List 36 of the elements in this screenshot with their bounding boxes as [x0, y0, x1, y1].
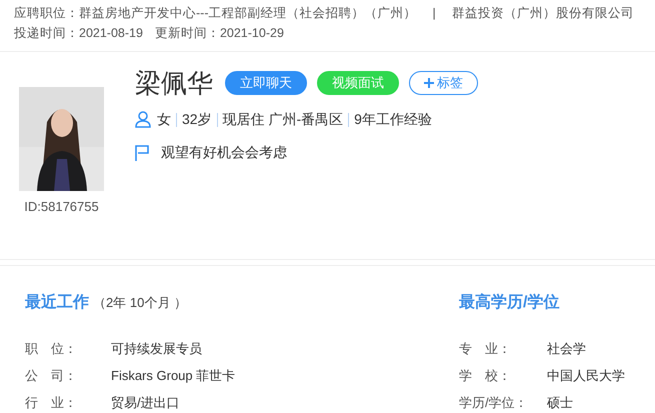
applied-label: 投递时间： [14, 25, 79, 42]
candidate-id: ID:58176755 [24, 198, 99, 216]
field-label: 公 司： [25, 367, 78, 385]
applied-date: 2021-08-19 [79, 25, 143, 42]
plus-icon [424, 78, 434, 88]
field-label: 职 位： [25, 340, 78, 358]
position-label: 应聘职位： [14, 5, 79, 22]
field-value: 可持续发展专员 [111, 340, 202, 358]
field-value: 硕士 [547, 394, 573, 412]
action-button[interactable]: 立即聊天 [225, 71, 307, 95]
add-tag-button[interactable]: 标签 [409, 71, 478, 95]
field-label: 学 校： [459, 367, 512, 385]
profile-fact: 9年工作经验 [354, 110, 432, 129]
job-status: 观望有好机会会考虑 [161, 143, 287, 162]
field-label: 学历/学位： [459, 394, 529, 412]
field-value: 中国人民大学 [547, 367, 625, 385]
section-title: 最高学历/学位 [459, 294, 560, 311]
updated-date: 2021-10-29 [220, 25, 284, 42]
field-value: Fiskars Group 菲世卡 [111, 367, 236, 385]
position-text: 群益房地产开发中心---工程部副经理（社会招聘）（广州） [79, 5, 416, 22]
separator-text: | [432, 5, 436, 22]
work-duration: （2年 10个月 ） [93, 294, 187, 312]
profile-fact: 女 [157, 110, 171, 129]
updated-label: 更新时间： [154, 25, 220, 42]
field-value: 社会学 [547, 340, 586, 358]
profile-fact: 32岁 [182, 110, 212, 129]
candidate-name: 梁佩华 [135, 67, 213, 100]
field-label: 专 业： [459, 340, 512, 358]
flag-icon [135, 144, 149, 160]
action-button[interactable]: 视频面试 [317, 71, 399, 95]
field-value: 贸易/进出口 [111, 394, 180, 412]
person-icon [135, 111, 151, 128]
profile-fact: 现居住 广州-番禺区 [222, 110, 344, 129]
field-label: 行 业： [25, 394, 78, 412]
section-title: 最近工作 [25, 292, 89, 313]
company-text: 群益投资（广州）股份有限公司 [452, 5, 634, 22]
